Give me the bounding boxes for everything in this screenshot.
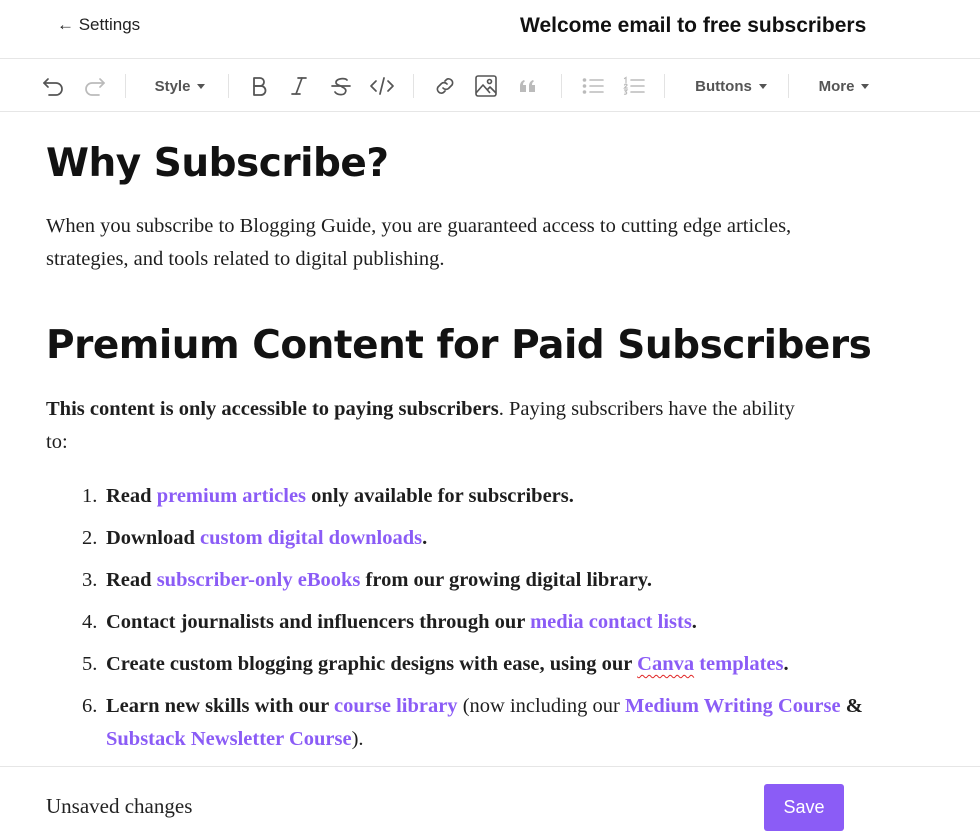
heading-why-subscribe: Why Subscribe? bbox=[46, 141, 389, 186]
list-text: Create custom blogging graphic designs w… bbox=[106, 653, 638, 675]
toolbar-divider bbox=[228, 74, 229, 98]
list-item: 1. Read premium articles only available … bbox=[82, 480, 896, 513]
code-button[interactable] bbox=[368, 59, 396, 113]
redo-button[interactable] bbox=[82, 59, 108, 113]
toolbar-divider bbox=[413, 74, 414, 98]
unsaved-changes-status: Unsaved changes bbox=[46, 794, 193, 818]
list-number: 2. bbox=[82, 527, 98, 549]
list-item: 6. Learn new skills with our course libr… bbox=[82, 690, 896, 756]
italic-button[interactable] bbox=[288, 59, 310, 113]
link-icon bbox=[436, 78, 454, 94]
image-icon bbox=[475, 75, 497, 97]
more-dropdown[interactable]: More bbox=[814, 59, 874, 113]
course-library-link[interactable]: course library bbox=[334, 695, 458, 717]
italic-icon bbox=[291, 77, 307, 95]
list-item: 2. Download custom digital downloads. bbox=[82, 522, 896, 555]
list-text: from our growing digital library. bbox=[360, 569, 652, 591]
list-item: 5. Create custom blogging graphic design… bbox=[82, 648, 896, 681]
image-button[interactable] bbox=[474, 59, 498, 113]
list-text: only available for subscribers. bbox=[306, 485, 574, 507]
list-text: Contact journalists and influencers thro… bbox=[106, 611, 531, 633]
undo-button[interactable] bbox=[40, 59, 66, 113]
bold-button[interactable] bbox=[247, 59, 271, 113]
list-text: Read bbox=[106, 485, 157, 507]
list-text: Learn new skills with our bbox=[106, 695, 335, 717]
canva-templates-link[interactable]: Canva templates bbox=[637, 653, 783, 675]
quote-button[interactable] bbox=[516, 59, 540, 113]
chevron-down-icon bbox=[197, 83, 206, 89]
list-text: Download bbox=[106, 527, 200, 549]
custom-digital-downloads-link[interactable]: custom digital downloads bbox=[200, 527, 422, 549]
premium-paragraph: This content is only accessible to payin… bbox=[46, 393, 816, 459]
buttons-dropdown[interactable]: Buttons bbox=[690, 59, 772, 113]
editor-toolbar: Style Buttons More bbox=[0, 58, 980, 112]
list-text: Read bbox=[106, 569, 157, 591]
back-to-settings-link[interactable]: ← Settings bbox=[57, 15, 140, 35]
toolbar-divider bbox=[561, 74, 562, 98]
media-contact-lists-link[interactable]: media contact lists bbox=[530, 611, 692, 633]
quote-icon bbox=[520, 80, 535, 92]
heading-premium-content: Premium Content for Paid Subscribers bbox=[46, 323, 872, 368]
list-text: . bbox=[422, 527, 428, 549]
more-dropdown-label: More bbox=[818, 77, 855, 95]
email-title: Welcome email to free subscribers bbox=[520, 14, 867, 37]
chevron-down-icon bbox=[758, 83, 767, 89]
link-button[interactable] bbox=[433, 59, 457, 113]
intro-paragraph: When you subscribe to Blogging Guide, yo… bbox=[46, 215, 792, 270]
benefits-list: 1. Read premium articles only available … bbox=[46, 480, 896, 765]
strikethrough-button[interactable] bbox=[329, 59, 353, 113]
style-dropdown-label: Style bbox=[154, 77, 191, 95]
bullet-list-icon bbox=[582, 78, 604, 94]
subscriber-only-ebooks-link[interactable]: subscriber-only eBooks bbox=[157, 569, 361, 591]
premium-paragraph-bold: This content is only accessible to payin… bbox=[46, 398, 499, 420]
redo-icon bbox=[85, 78, 105, 96]
numbered-list-icon bbox=[623, 76, 645, 95]
toolbar-divider bbox=[664, 74, 665, 98]
list-number: 3. bbox=[82, 569, 98, 591]
bold-icon bbox=[253, 77, 267, 96]
list-number: 5. bbox=[82, 653, 98, 675]
code-icon bbox=[370, 77, 394, 95]
substack-newsletter-course-link[interactable]: Substack Newsletter Course bbox=[106, 728, 352, 750]
undo-icon bbox=[43, 78, 63, 96]
templates-word: templates bbox=[694, 653, 784, 675]
list-number: 4. bbox=[82, 611, 98, 633]
list-item: 4. Contact journalists and influencers t… bbox=[82, 606, 896, 639]
footer-bar: Unsaved changes Save bbox=[0, 766, 980, 840]
bullet-list-button[interactable] bbox=[580, 59, 606, 113]
medium-writing-course-link[interactable]: Medium Writing Course bbox=[625, 695, 841, 717]
strikethrough-icon bbox=[331, 77, 351, 96]
toolbar-divider bbox=[125, 74, 126, 98]
toolbar-divider bbox=[788, 74, 789, 98]
list-text: . bbox=[691, 611, 697, 633]
numbered-list-button[interactable] bbox=[621, 59, 647, 113]
list-number: 1. bbox=[82, 485, 98, 507]
top-bar: ← Settings Welcome email to free subscri… bbox=[0, 0, 980, 58]
list-text: ). bbox=[351, 728, 364, 750]
list-text: (now including our bbox=[457, 695, 625, 717]
list-item: 3. Read subscriber-only eBooks from our … bbox=[82, 564, 896, 597]
list-text: . bbox=[783, 653, 789, 675]
premium-articles-link[interactable]: premium articles bbox=[157, 485, 306, 507]
save-button[interactable]: Save bbox=[764, 784, 844, 831]
buttons-dropdown-label: Buttons bbox=[695, 77, 752, 95]
list-number: 6. bbox=[82, 695, 98, 717]
canva-misspelled-word: Canva bbox=[637, 653, 695, 675]
chevron-down-icon bbox=[861, 83, 870, 89]
style-dropdown[interactable]: Style bbox=[150, 59, 210, 113]
list-text: & bbox=[840, 695, 863, 717]
